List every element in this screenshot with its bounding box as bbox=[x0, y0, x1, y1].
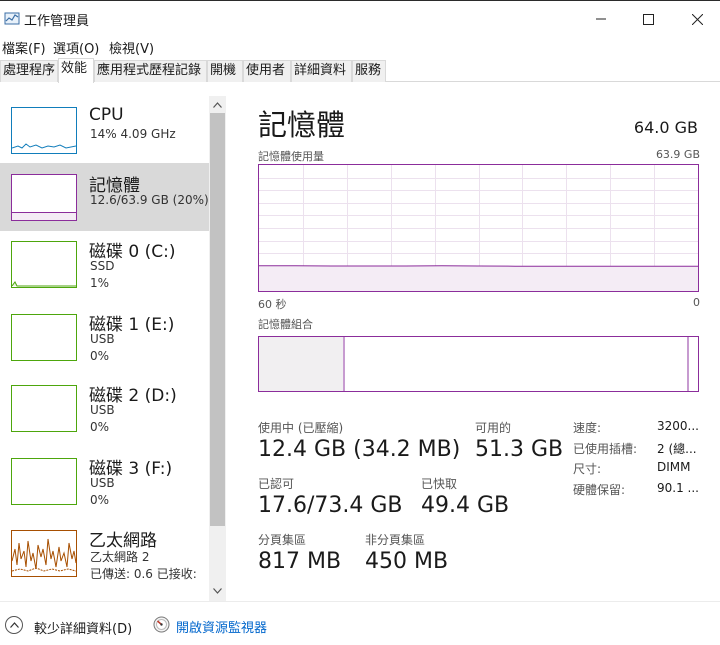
memory-usage-area bbox=[259, 265, 698, 291]
disk-thumbnail bbox=[11, 241, 77, 288]
sidebar-item-disk-1[interactable]: 磁碟 1 (E:) USB 0% bbox=[0, 307, 209, 377]
sidebar-item-detail: USB bbox=[90, 476, 115, 490]
paged-pool-value: 817 MB bbox=[258, 549, 342, 574]
sidebar-item-disk-2[interactable]: 磁碟 2 (D:) USB 0% bbox=[0, 380, 209, 450]
sidebar-item-detail: USB bbox=[90, 403, 115, 417]
memory-usage-graph bbox=[258, 164, 699, 292]
in-use-label: 使用中 (已壓縮) bbox=[258, 421, 344, 435]
paged-pool-label: 分頁集區 bbox=[258, 533, 307, 547]
disk-thumbnail bbox=[11, 458, 77, 505]
graph-axis-end: 0 bbox=[693, 296, 700, 309]
memory-total: 64.0 GB bbox=[633, 118, 698, 137]
sidebar-item-detail: SSD bbox=[90, 259, 115, 273]
fewer-details-button[interactable]: 較少詳細資料(D) bbox=[34, 618, 132, 637]
scroll-thumb[interactable] bbox=[210, 113, 225, 526]
committed-value: 17.6/73.4 GB bbox=[258, 493, 403, 518]
menu-options[interactable]: 選項(O) bbox=[53, 38, 99, 57]
memory-thumbnail bbox=[11, 174, 77, 221]
task-manager-icon bbox=[4, 10, 20, 26]
tab-performance[interactable]: 效能 bbox=[58, 58, 94, 83]
tab-app-history[interactable]: 應用程式歷程記錄 bbox=[94, 60, 207, 82]
speed-value: 3200... bbox=[657, 419, 699, 433]
cpu-thumbnail bbox=[11, 107, 77, 154]
sidebar-item-memory[interactable]: 記憶體 12.6/63.9 GB (20%) bbox=[0, 163, 209, 231]
disk-thumbnail bbox=[11, 385, 77, 432]
sidebar-item-ethernet[interactable]: 乙太網路 乙太網路 2 已傳送: 0.6 已接收: bbox=[0, 524, 209, 594]
window-title: 工作管理員 bbox=[24, 14, 90, 29]
minimize-button[interactable] bbox=[578, 1, 624, 37]
graph-axis-start: 60 秒 bbox=[258, 298, 287, 311]
form-factor-value: DIMM bbox=[657, 460, 691, 474]
composition-label: 記憶體組合 bbox=[258, 318, 313, 331]
tab-bar: 處理程序 效能 應用程式歷程記錄 開機 使用者 詳細資料 服務 bbox=[0, 58, 720, 83]
sidebar-item-detail: 已傳送: 0.6 已接收: bbox=[90, 567, 197, 581]
slots-used-value: 2 (總... bbox=[657, 442, 697, 456]
memory-composition-bar bbox=[258, 336, 699, 392]
composition-in-use-segment bbox=[259, 337, 345, 391]
disk-thumbnail bbox=[11, 314, 77, 361]
cached-label: 已快取 bbox=[421, 477, 458, 491]
menu-bar: 檔案(F) 選項(O) 檢視(V) bbox=[0, 36, 720, 58]
sidebar-item-cpu[interactable]: CPU 14% 4.09 GHz bbox=[0, 96, 209, 166]
nonpaged-pool-label: 非分頁集區 bbox=[365, 533, 426, 547]
open-resource-monitor-link[interactable]: 開啟資源監視器 bbox=[176, 617, 267, 636]
close-button[interactable] bbox=[674, 1, 720, 37]
maximize-button[interactable] bbox=[625, 1, 671, 37]
sidebar-item-detail: 0% bbox=[90, 349, 110, 363]
tab-services[interactable]: 服務 bbox=[352, 60, 386, 82]
resource-sidebar: CPU 14% 4.09 GHz 記憶體 12.6/63.9 GB (20%) … bbox=[0, 96, 209, 601]
speed-label: 速度: bbox=[573, 421, 602, 435]
sidebar-item-detail: USB bbox=[90, 332, 115, 346]
committed-label: 已認可 bbox=[258, 477, 295, 491]
nonpaged-pool-value: 450 MB bbox=[365, 549, 449, 574]
sidebar-item-detail: 乙太網路 2 bbox=[90, 550, 150, 564]
footer: 較少詳細資料(D) 開啟資源監視器 bbox=[0, 601, 720, 645]
hardware-reserved-label: 硬體保留: bbox=[573, 483, 626, 497]
chevron-up-icon[interactable] bbox=[5, 616, 23, 634]
composition-standby-divider bbox=[687, 337, 689, 391]
slots-used-label: 已使用插槽: bbox=[573, 442, 638, 456]
tab-users[interactable]: 使用者 bbox=[243, 60, 291, 82]
menu-file[interactable]: 檔案(F) bbox=[2, 38, 46, 57]
sidebar-scrollbar[interactable] bbox=[209, 96, 226, 601]
available-label: 可用的 bbox=[475, 421, 512, 435]
cached-value: 49.4 GB bbox=[421, 493, 510, 518]
hardware-reserved-value: 90.1 ... bbox=[657, 481, 699, 495]
sidebar-item-detail: 0% bbox=[90, 493, 110, 507]
menu-view[interactable]: 檢視(V) bbox=[109, 38, 154, 57]
page-title: 記憶體 bbox=[258, 108, 346, 142]
sidebar-item-disk-3[interactable]: 磁碟 3 (F:) USB 0% bbox=[0, 452, 209, 522]
tab-processes[interactable]: 處理程序 bbox=[0, 60, 58, 82]
in-use-value: 12.4 GB (34.2 MB) bbox=[258, 437, 461, 462]
sidebar-item-detail: 0% bbox=[90, 420, 110, 434]
usage-graph-label: 記憶體使用量 bbox=[258, 150, 324, 163]
sidebar-item-detail: 14% 4.09 GHz bbox=[90, 127, 176, 141]
sidebar-item-label: CPU bbox=[89, 105, 124, 125]
available-value: 51.3 GB bbox=[475, 437, 564, 462]
tab-startup[interactable]: 開機 bbox=[207, 60, 243, 82]
scroll-down-arrow-icon[interactable] bbox=[209, 582, 226, 599]
ethernet-thumbnail bbox=[11, 530, 77, 577]
title-bar: 工作管理員 bbox=[0, 0, 720, 36]
tab-details[interactable]: 詳細資料 bbox=[291, 60, 352, 82]
resource-monitor-icon[interactable] bbox=[153, 616, 170, 633]
sidebar-item-detail: 1% bbox=[90, 276, 110, 290]
sidebar-item-detail: 12.6/63.9 GB (20%) bbox=[90, 193, 209, 207]
usage-graph-max: 63.9 GB bbox=[655, 148, 700, 161]
sidebar-item-disk-0[interactable]: 磁碟 0 (C:) SSD 1% bbox=[0, 234, 209, 304]
scroll-up-arrow-icon[interactable] bbox=[209, 96, 226, 113]
form-factor-label: 尺寸: bbox=[573, 462, 602, 476]
memory-usage-chart bbox=[259, 165, 698, 291]
